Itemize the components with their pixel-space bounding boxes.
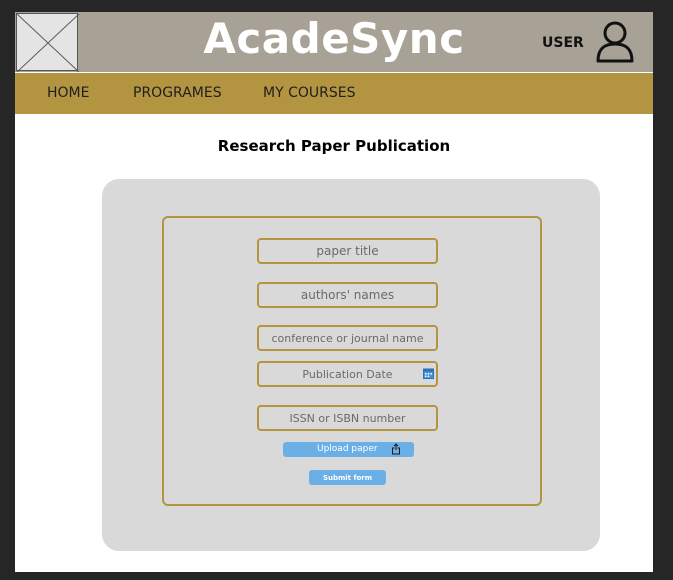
nav-item-home[interactable]: HOME [47,85,89,101]
upload-paper-button[interactable]: Upload paper [283,442,414,457]
nav-item-my-courses[interactable]: MY COURSES [263,85,355,101]
user-avatar-icon[interactable] [595,20,635,64]
conference-journal-input[interactable] [257,325,438,351]
calendar-icon[interactable] [423,368,434,379]
publication-date-input[interactable] [257,361,438,387]
app-frame: AcadeSync USER HOME PROGRAMES MY COURSES… [15,12,653,572]
nav-bar: HOME PROGRAMES MY COURSES [15,73,653,114]
form-panel: Upload paper Submit form [102,179,600,551]
page-title: Research Paper Publication [217,137,451,155]
share-upload-icon [392,443,400,455]
publication-form: Upload paper Submit form [162,216,542,506]
submit-form-button[interactable]: Submit form [309,470,386,485]
upload-paper-label: Upload paper [317,444,378,454]
paper-title-input[interactable] [257,238,438,264]
header-bar: AcadeSync USER [15,12,653,72]
nav-item-programes[interactable]: PROGRAMES [133,85,222,101]
user-label[interactable]: USER [542,35,584,51]
authors-names-input[interactable] [257,282,438,308]
issn-isbn-input[interactable] [257,405,438,431]
